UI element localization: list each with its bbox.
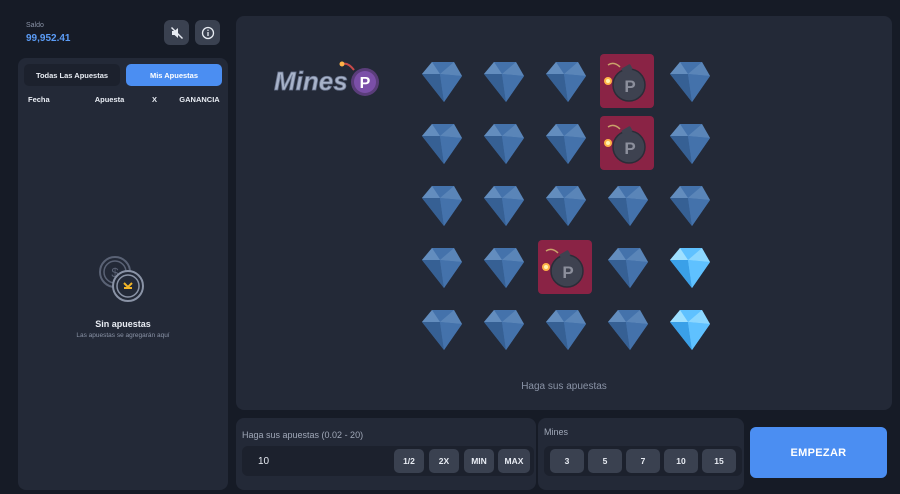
half-bet-button[interactable]: 1/2 (394, 449, 424, 473)
column-date: Fecha (28, 95, 50, 104)
gem-icon (484, 124, 524, 164)
grid-cell-gem[interactable] (414, 54, 468, 108)
balance-value: 99,952.41 (26, 33, 71, 44)
grid-cell-gem[interactable] (476, 302, 530, 356)
mines-option-3[interactable]: 3 (550, 449, 584, 473)
grid-cell-gem[interactable] (414, 240, 468, 294)
coins-icon: $ (99, 256, 144, 302)
bomb-icon: P (604, 124, 646, 164)
grid-cell-gem[interactable] (662, 240, 716, 294)
bet-panel: Haga sus apuestas (0.02 - 20) 1/2 2X MIN… (236, 418, 536, 490)
mute-button[interactable] (164, 20, 189, 45)
column-multiplier: X (151, 95, 157, 104)
svg-text:P: P (562, 263, 573, 282)
gem-icon (484, 310, 524, 350)
gem-icon (670, 62, 710, 102)
gem-icon (670, 248, 710, 288)
gem-icon (422, 124, 462, 164)
tab-all-bets[interactable]: Todas Las Apuestas (24, 64, 120, 86)
mines-count-panel: Mines 3 5 7 10 15 (538, 418, 744, 490)
info-icon (201, 26, 214, 39)
gem-icon (670, 124, 710, 164)
gem-icon (608, 248, 648, 288)
column-payout: GANANCIA (179, 95, 220, 104)
balance-label: Saldo (26, 22, 44, 29)
gem-icon (484, 186, 524, 226)
tab-my-bets[interactable]: Mis Apuestas (126, 64, 222, 86)
grid-cell-gem[interactable] (476, 178, 530, 232)
gem-icon (546, 124, 586, 164)
grid-cell-bomb[interactable]: P (538, 240, 592, 294)
grid-cell-gem[interactable] (662, 178, 716, 232)
bet-amount-box: 1/2 2X MIN MAX (242, 446, 534, 476)
mines-count-label: Mines (544, 427, 569, 437)
grid-cell-gem[interactable] (600, 240, 654, 294)
gem-icon (670, 186, 710, 226)
grid-cell-gem[interactable] (600, 178, 654, 232)
min-bet-button[interactable]: MIN (464, 449, 494, 473)
grid-cell-gem[interactable] (476, 54, 530, 108)
gem-icon (422, 248, 462, 288)
bet-amount-input[interactable] (250, 450, 390, 472)
gem-icon (484, 248, 524, 288)
logo-badge: P (360, 75, 371, 92)
bets-history-panel: Todas Las Apuestas Mis Apuestas Fecha Ap… (18, 58, 228, 490)
grid-cell-gem[interactable] (538, 54, 592, 108)
gem-icon (422, 62, 462, 102)
game-board-panel: Mines P P P P Haga sus apuestas (236, 16, 892, 410)
start-button[interactable]: EMPEZAR (750, 427, 887, 478)
empty-state-title: Sin apuestas (95, 319, 151, 329)
double-bet-button[interactable]: 2X (429, 449, 459, 473)
gem-icon (546, 186, 586, 226)
mines-option-15[interactable]: 15 (702, 449, 736, 473)
gem-icon (422, 310, 462, 350)
gem-icon (546, 62, 586, 102)
grid-cell-gem[interactable] (600, 302, 654, 356)
gem-icon (484, 62, 524, 102)
logo-text: Mines (274, 66, 348, 96)
gem-icon (670, 310, 710, 350)
history-tabs: Todas Las Apuestas Mis Apuestas (24, 64, 222, 86)
grid-cell-bomb[interactable]: P (600, 54, 654, 108)
svg-text:P: P (624, 77, 635, 96)
mines-option-7[interactable]: 7 (626, 449, 660, 473)
empty-state-subtitle: Las apuestas se agregarán aquí (76, 332, 170, 339)
grid-cell-gem[interactable] (414, 116, 468, 170)
mines-logo: Mines P (274, 61, 379, 96)
grid-cell-gem[interactable] (414, 178, 468, 232)
gem-icon (546, 310, 586, 350)
mines-option-5[interactable]: 5 (588, 449, 622, 473)
bet-amount-label: Haga sus apuestas (0.02 - 20) (242, 430, 364, 440)
grid-cell-gem[interactable] (662, 302, 716, 356)
bomb-icon: P (604, 62, 646, 102)
gem-icon (608, 186, 648, 226)
grid-cell-gem[interactable] (476, 116, 530, 170)
grid-cell-gem[interactable] (662, 54, 716, 108)
grid-cell-bomb[interactable]: P (600, 116, 654, 170)
history-columns: Fecha Apuesta X GANANCIA (24, 95, 222, 104)
grid-cell-gem[interactable] (538, 116, 592, 170)
gem-icon (608, 310, 648, 350)
grid-cell-gem[interactable] (662, 116, 716, 170)
svg-text:P: P (624, 139, 635, 158)
info-button[interactable] (195, 20, 220, 45)
grid-cell-gem[interactable] (414, 302, 468, 356)
max-bet-button[interactable]: MAX (498, 449, 530, 473)
grid-cell-gem[interactable] (476, 240, 530, 294)
balance-panel: Saldo 99,952.41 (18, 16, 228, 50)
mines-option-10[interactable]: 10 (664, 449, 698, 473)
mines-count-options: 3 5 7 10 15 (544, 446, 742, 476)
game-hint: Haga sus apuestas (521, 381, 607, 392)
bomb-icon: P (542, 248, 584, 288)
gem-icon (422, 186, 462, 226)
mute-icon (170, 26, 183, 39)
grid-cell-gem[interactable] (538, 302, 592, 356)
grid-cell-gem[interactable] (538, 178, 592, 232)
column-bet: Apuesta (94, 95, 125, 104)
